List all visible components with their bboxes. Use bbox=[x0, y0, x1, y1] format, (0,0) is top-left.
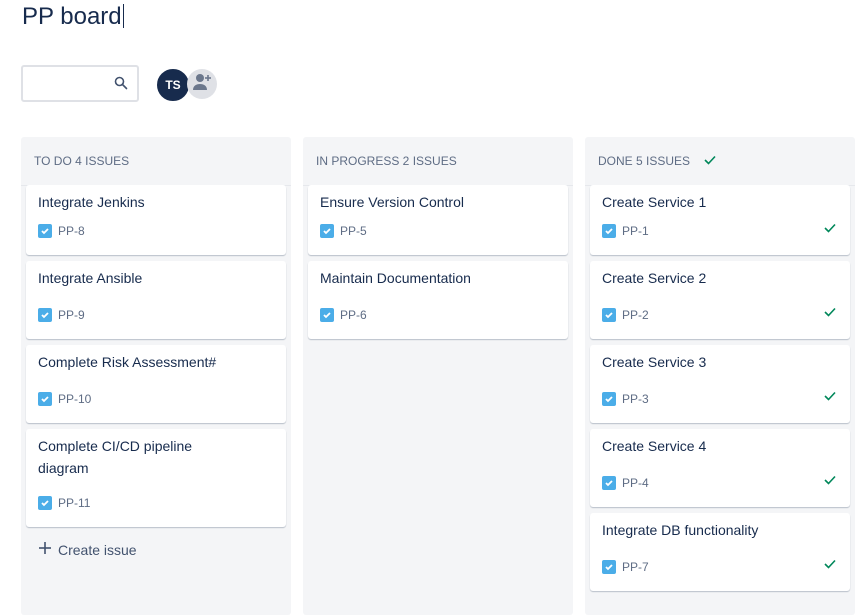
card-title: Ensure Version Control bbox=[320, 194, 464, 210]
column-done: DONE 5 ISSUES Create Service 1 PP-1 Crea… bbox=[585, 137, 855, 615]
task-icon bbox=[602, 392, 616, 406]
done-check-icon bbox=[824, 304, 836, 322]
column-header: DONE 5 ISSUES bbox=[585, 137, 855, 186]
add-person-icon bbox=[192, 73, 212, 96]
task-icon bbox=[38, 224, 52, 238]
done-check-icon bbox=[824, 556, 836, 574]
card-title: Integrate Ansible bbox=[38, 270, 143, 286]
issue-card[interactable]: Maintain Documentation PP-6 bbox=[308, 261, 568, 339]
search-icon[interactable] bbox=[114, 76, 128, 95]
issue-key[interactable]: PP-10 bbox=[58, 392, 91, 406]
search-input[interactable] bbox=[23, 67, 119, 100]
plus-icon bbox=[38, 541, 52, 558]
create-issue-label: Create issue bbox=[58, 541, 137, 558]
search-box[interactable] bbox=[21, 65, 139, 102]
task-icon bbox=[320, 224, 334, 238]
card-title: Create Service 3 bbox=[602, 354, 707, 370]
issue-key[interactable]: PP-5 bbox=[340, 224, 367, 238]
task-icon bbox=[38, 496, 52, 510]
card-title: Complete CI/CD pipeline diagram bbox=[38, 438, 193, 476]
issue-key[interactable]: PP-2 bbox=[622, 308, 649, 322]
column-header: IN PROGRESS 2 ISSUES bbox=[303, 137, 573, 186]
column-title: DONE 5 ISSUES bbox=[598, 154, 691, 168]
issue-card[interactable]: Ensure Version Control PP-5 bbox=[308, 185, 568, 255]
task-icon bbox=[602, 560, 616, 574]
issue-card[interactable]: Create Service 3 PP-3 bbox=[590, 345, 850, 423]
done-check-icon bbox=[824, 388, 836, 406]
card-title: Create Service 2 bbox=[602, 270, 707, 286]
issue-key[interactable]: PP-7 bbox=[622, 560, 649, 574]
page-title: PP board bbox=[22, 3, 124, 31]
issue-card[interactable]: Create Service 1 PP-1 bbox=[590, 185, 850, 255]
task-icon bbox=[602, 476, 616, 490]
task-icon bbox=[38, 308, 52, 322]
issue-card[interactable]: Integrate Jenkins PP-8 bbox=[26, 185, 286, 255]
issue-card[interactable]: Complete Risk Assessment# PP-10 bbox=[26, 345, 286, 423]
issue-key[interactable]: PP-11 bbox=[58, 496, 90, 510]
done-check-icon bbox=[824, 220, 836, 238]
column-todo: TO DO 4 ISSUES Integrate Jenkins PP-8 In… bbox=[21, 137, 291, 615]
issue-card[interactable]: Integrate DB functionality PP-7 bbox=[590, 513, 850, 591]
card-title: Integrate Jenkins bbox=[38, 194, 145, 210]
done-check-icon bbox=[824, 472, 836, 490]
card-title: Maintain Documentation bbox=[320, 270, 471, 286]
avatar-initials: TS bbox=[165, 78, 181, 92]
issue-key[interactable]: PP-3 bbox=[622, 392, 649, 406]
issue-card[interactable]: Integrate Ansible PP-9 bbox=[26, 261, 286, 339]
issue-key[interactable]: PP-1 bbox=[622, 224, 649, 238]
issue-key[interactable]: PP-9 bbox=[58, 308, 85, 322]
create-issue-button[interactable]: Create issue bbox=[38, 541, 137, 558]
task-icon bbox=[602, 224, 616, 238]
card-title: Complete Risk Assessment# bbox=[38, 354, 217, 370]
avatar[interactable]: TS bbox=[155, 67, 191, 103]
issue-card[interactable]: Complete CI/CD pipeline diagram PP-11 bbox=[26, 429, 286, 527]
column-in-progress: IN PROGRESS 2 ISSUES Ensure Version Cont… bbox=[303, 137, 573, 615]
column-header: TO DO 4 ISSUES bbox=[21, 137, 291, 186]
task-icon bbox=[38, 392, 52, 406]
card-title: Integrate DB functionality bbox=[602, 522, 759, 538]
issue-key[interactable]: PP-8 bbox=[58, 224, 85, 238]
column-title: TO DO 4 ISSUES bbox=[34, 154, 130, 168]
issue-key[interactable]: PP-4 bbox=[622, 476, 649, 490]
issue-key[interactable]: PP-6 bbox=[340, 308, 367, 322]
text-caret bbox=[122, 4, 124, 28]
column-title: IN PROGRESS 2 ISSUES bbox=[316, 154, 457, 168]
task-icon bbox=[602, 308, 616, 322]
check-icon bbox=[704, 154, 716, 168]
card-title: Create Service 1 bbox=[602, 194, 707, 210]
board-title: PP board bbox=[22, 3, 122, 30]
card-title: Create Service 4 bbox=[602, 438, 707, 454]
issue-card[interactable]: Create Service 2 PP-2 bbox=[590, 261, 850, 339]
task-icon bbox=[320, 308, 334, 322]
add-people-button[interactable] bbox=[187, 69, 217, 99]
issue-card[interactable]: Create Service 4 PP-4 bbox=[590, 429, 850, 507]
